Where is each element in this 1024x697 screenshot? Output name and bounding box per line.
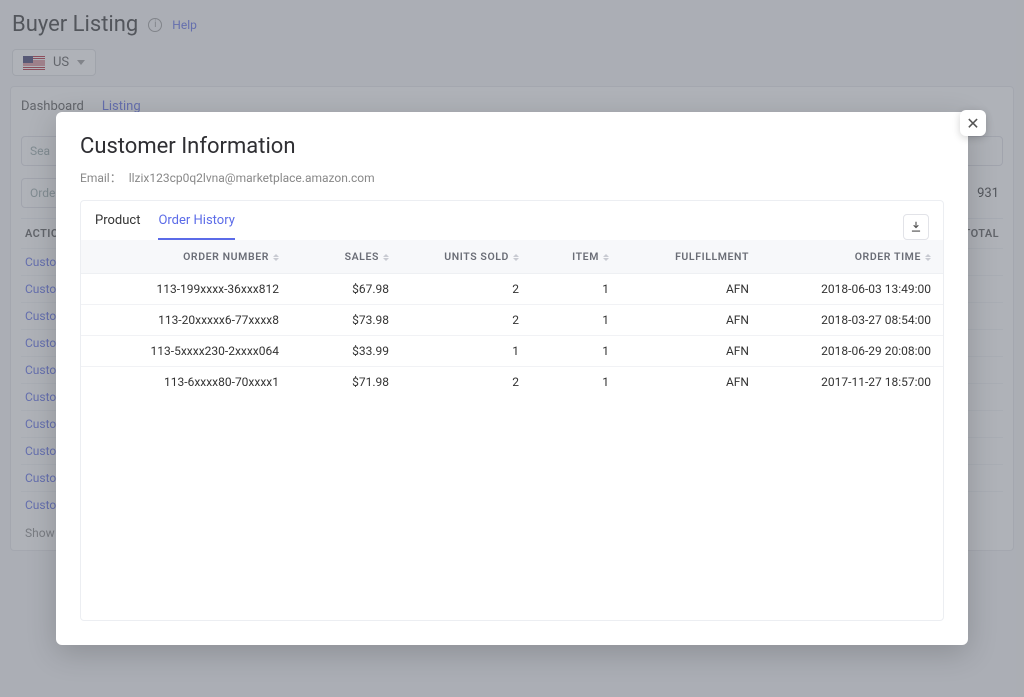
cell-item: 1 xyxy=(531,305,621,336)
cell-sales: $67.98 xyxy=(291,274,401,305)
col-fulfillment[interactable]: FULFILLMENT xyxy=(621,240,761,274)
cell-item: 1 xyxy=(531,336,621,367)
cell-order-time: 2018-03-27 08:54:00 xyxy=(761,305,943,336)
cell-item: 1 xyxy=(531,367,621,398)
cell-units-sold: 2 xyxy=(401,305,531,336)
cell-order-time: 2017-11-27 18:57:00 xyxy=(761,367,943,398)
download-button[interactable] xyxy=(903,214,929,240)
col-order-number[interactable]: ORDER NUMBER xyxy=(81,240,291,274)
sort-icon xyxy=(925,254,931,261)
col-sales[interactable]: SALES xyxy=(291,240,401,274)
cell-order-number: 113-5xxxx230-2xxxx064 xyxy=(81,336,291,367)
sort-icon xyxy=(603,254,609,261)
email-value: llzix123cp0q2lvna@marketplace.amazon.com xyxy=(129,171,375,185)
sort-icon xyxy=(273,254,279,261)
close-button[interactable]: ✕ xyxy=(960,110,986,136)
table-row: 113-20xxxxx6-77xxxx8$73.9821AFN2018-03-2… xyxy=(81,305,943,336)
cell-item: 1 xyxy=(531,274,621,305)
cell-fulfillment: AFN xyxy=(621,367,761,398)
table-row: 113-199xxxx-36xxx812$67.9821AFN2018-06-0… xyxy=(81,274,943,305)
customer-info-modal: ✕ Customer Information Email： llzix123cp… xyxy=(56,112,968,645)
inner-tabs-row: Product Order History xyxy=(81,201,943,240)
table-wrap: ORDER NUMBER SALES UNITS SOLD ITEM FULFI… xyxy=(81,240,943,620)
cell-order-number: 113-6xxxx80-70xxxx1 xyxy=(81,367,291,398)
cell-sales: $71.98 xyxy=(291,367,401,398)
col-item[interactable]: ITEM xyxy=(531,240,621,274)
col-units-sold[interactable]: UNITS SOLD xyxy=(401,240,531,274)
sort-icon xyxy=(513,254,519,261)
sort-icon xyxy=(383,254,389,261)
cell-sales: $33.99 xyxy=(291,336,401,367)
order-history-table: ORDER NUMBER SALES UNITS SOLD ITEM FULFI… xyxy=(81,240,943,397)
download-icon xyxy=(909,220,923,234)
table-row: 113-5xxxx230-2xxxx064$33.9911AFN2018-06-… xyxy=(81,336,943,367)
cell-order-number: 113-20xxxxx6-77xxxx8 xyxy=(81,305,291,336)
cell-order-time: 2018-06-03 13:49:00 xyxy=(761,274,943,305)
table-row: 113-6xxxx80-70xxxx1$71.9821AFN2017-11-27… xyxy=(81,367,943,398)
inner-tabs: Product Order History xyxy=(95,213,235,240)
cell-fulfillment: AFN xyxy=(621,274,761,305)
cell-order-time: 2018-06-29 20:08:00 xyxy=(761,336,943,367)
table-header-row: ORDER NUMBER SALES UNITS SOLD ITEM FULFI… xyxy=(81,240,943,274)
close-icon: ✕ xyxy=(966,114,979,133)
cell-fulfillment: AFN xyxy=(621,305,761,336)
tab-order-history[interactable]: Order History xyxy=(158,213,234,240)
cell-units-sold: 2 xyxy=(401,274,531,305)
cell-fulfillment: AFN xyxy=(621,336,761,367)
email-label: Email： xyxy=(80,171,122,185)
tab-product[interactable]: Product xyxy=(95,213,140,240)
cell-order-number: 113-199xxxx-36xxx812 xyxy=(81,274,291,305)
modal-overlay[interactable]: ✕ Customer Information Email： llzix123cp… xyxy=(0,0,1024,697)
email-row: Email： llzix123cp0q2lvna@marketplace.ama… xyxy=(80,169,944,186)
cell-units-sold: 1 xyxy=(401,336,531,367)
cell-units-sold: 2 xyxy=(401,367,531,398)
modal-title: Customer Information xyxy=(80,134,944,159)
cell-sales: $73.98 xyxy=(291,305,401,336)
col-order-time[interactable]: ORDER TIME xyxy=(761,240,943,274)
order-history-card: Product Order History ORDER NUMBER xyxy=(80,200,944,621)
